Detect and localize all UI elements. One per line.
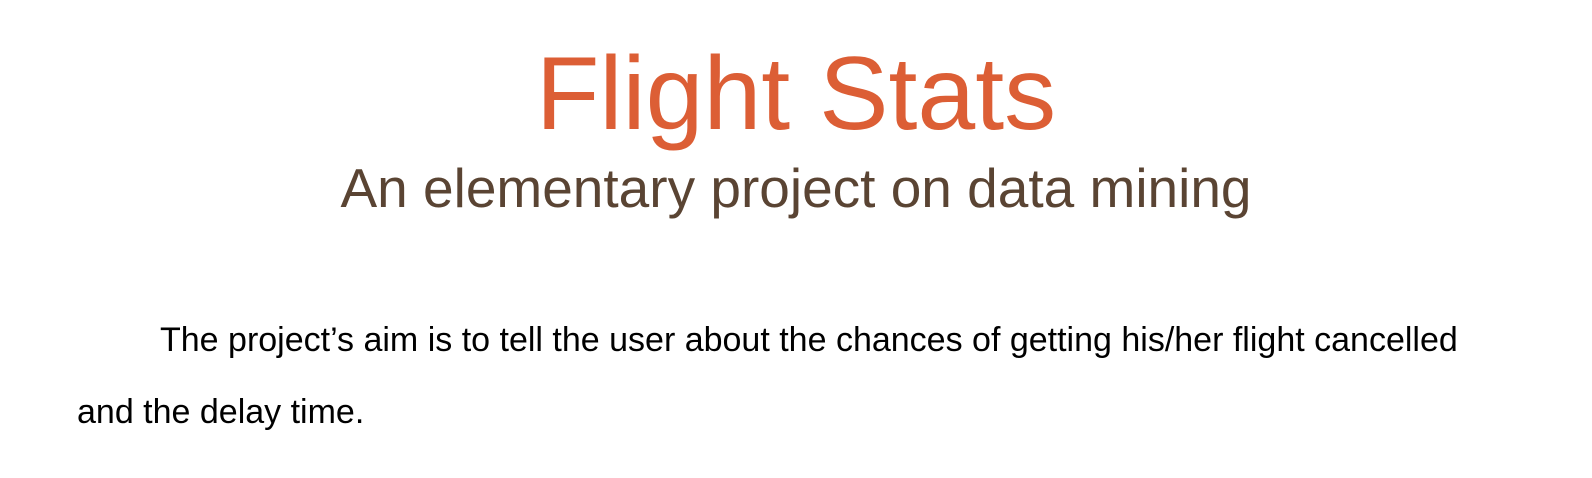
- document-subtitle: An elementary project on data mining: [340, 157, 1252, 219]
- document-page: Flight Stats An elementary project on da…: [0, 0, 1592, 478]
- body-paragraph: The project’s aim is to tell the user ab…: [77, 321, 1458, 431]
- document-title: Flight Stats: [535, 36, 1057, 152]
